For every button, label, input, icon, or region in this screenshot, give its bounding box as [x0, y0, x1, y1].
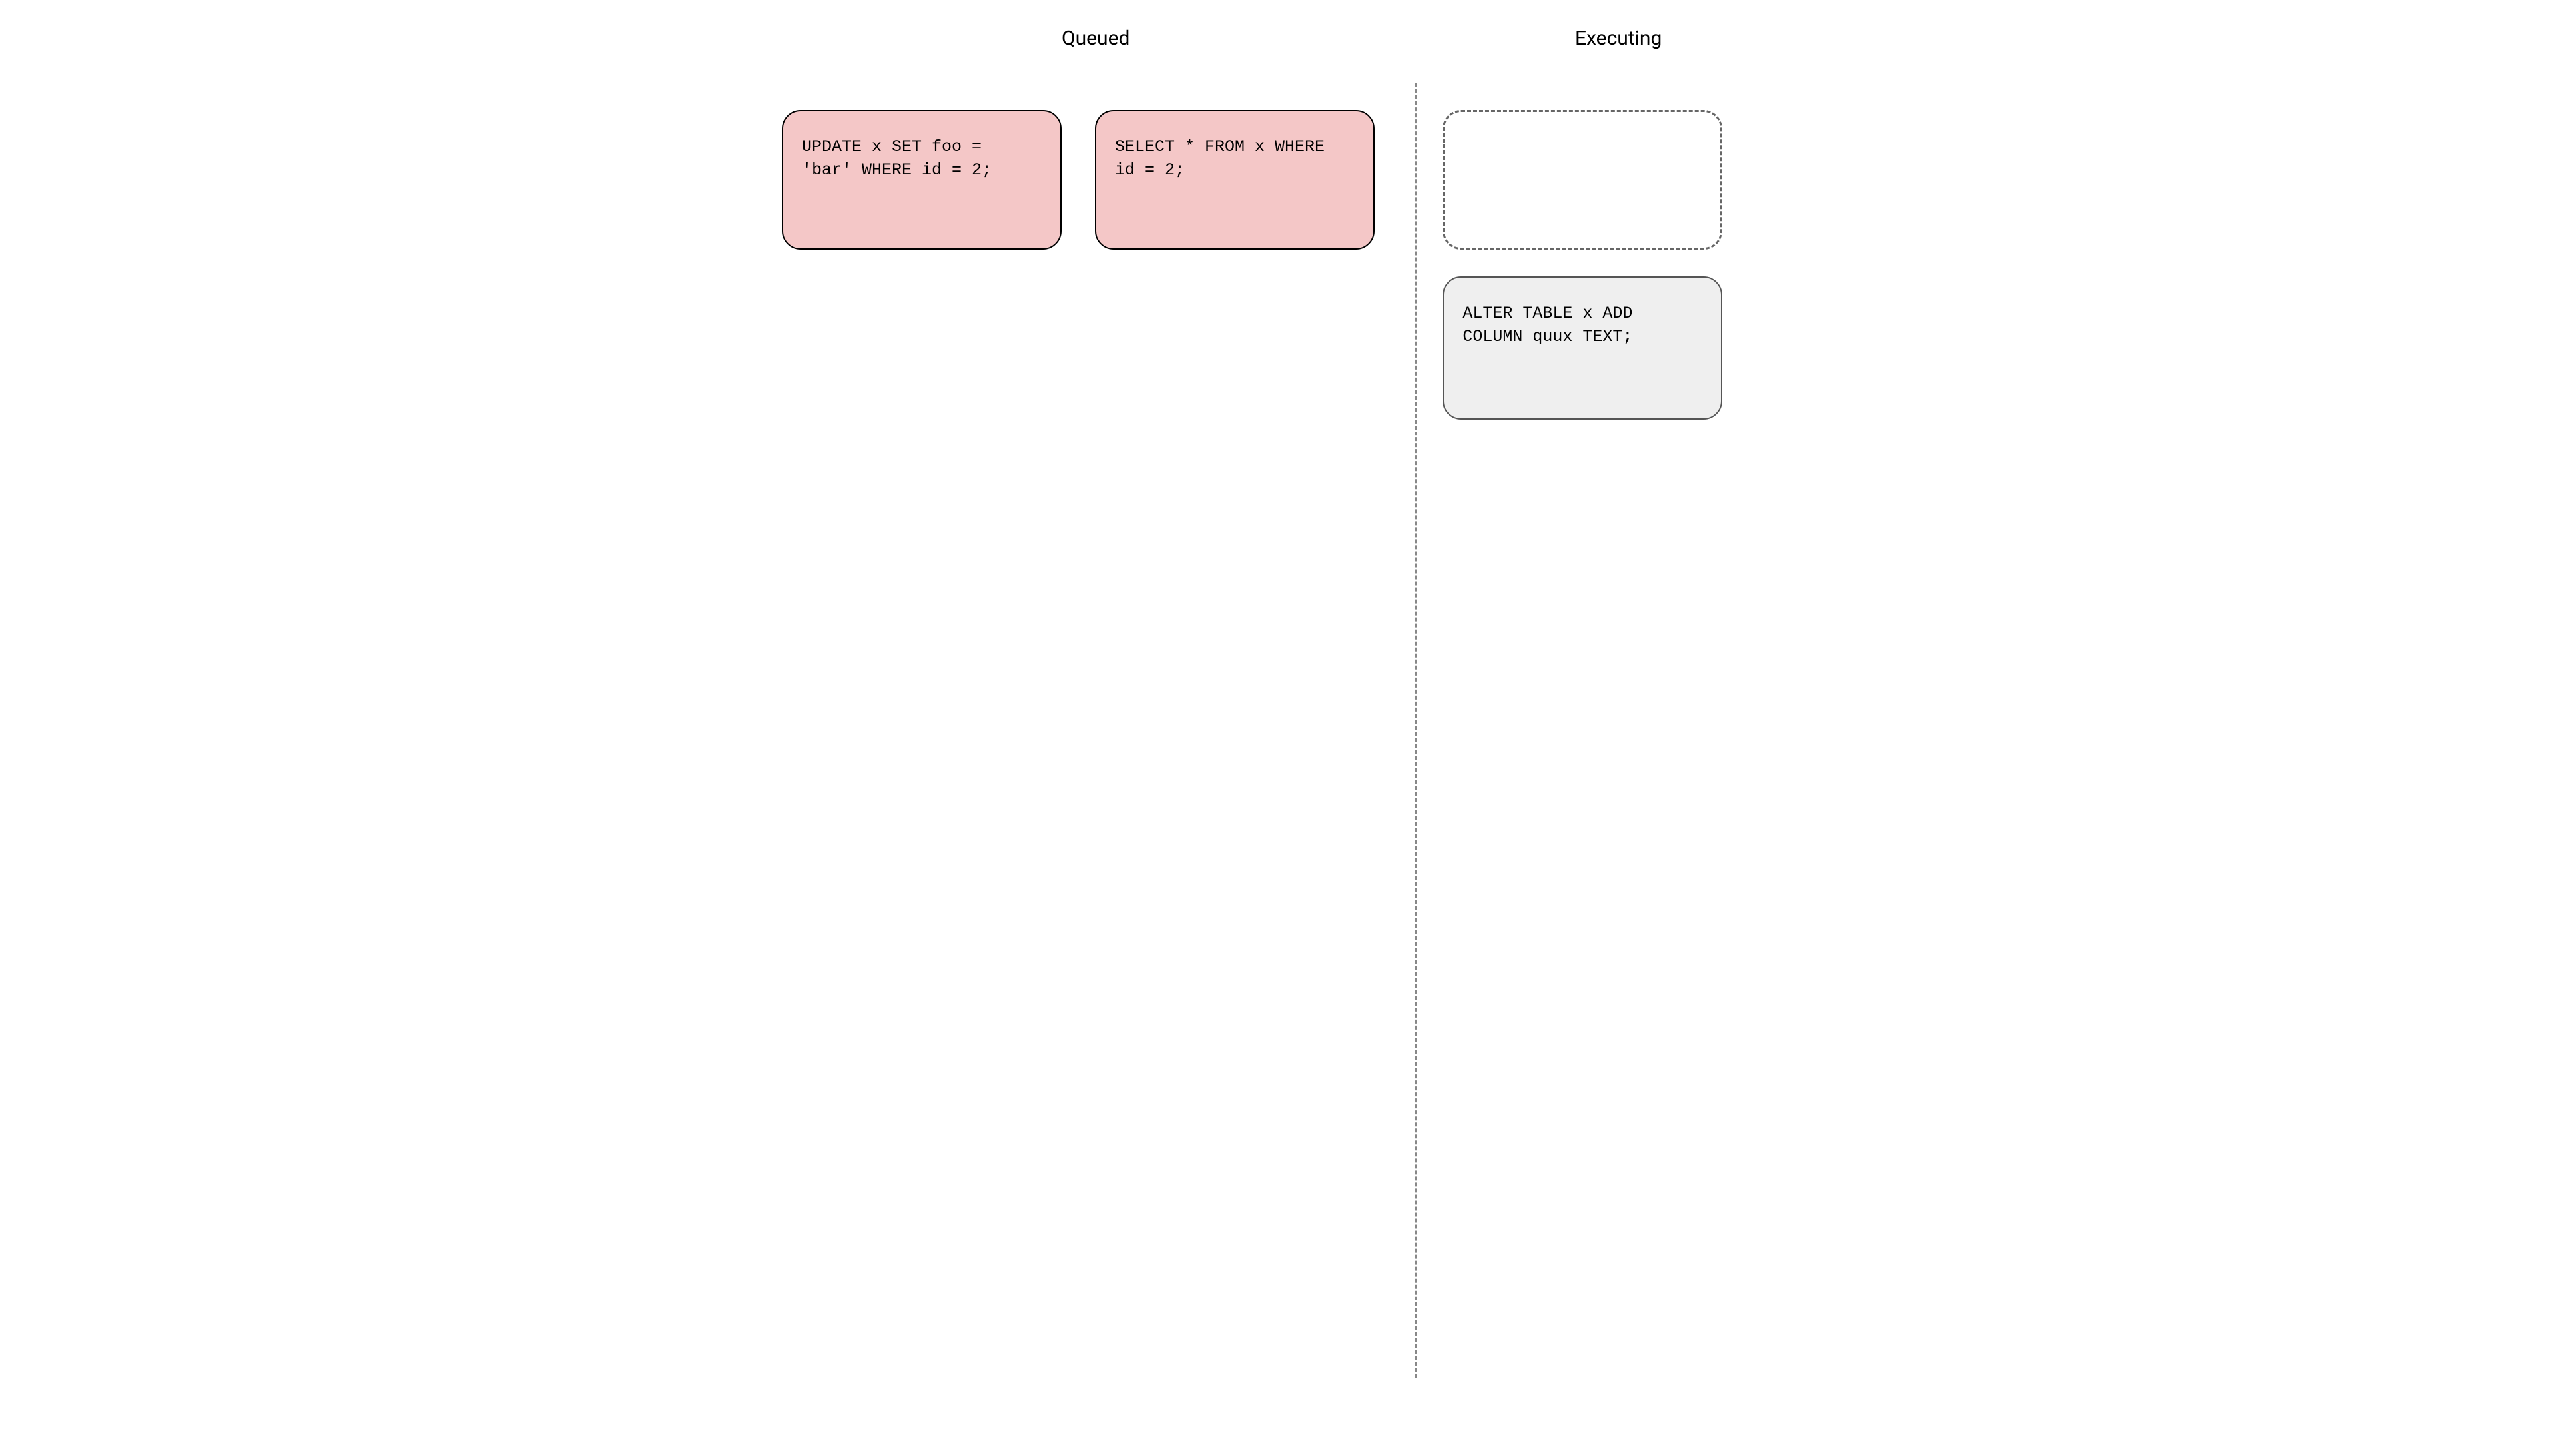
executing-slot-empty [1443, 110, 1722, 250]
queued-cards-row: UPDATE x SET foo = 'bar' WHERE id = 2; S… [782, 110, 1409, 250]
sql-text: SELECT * FROM x WHERE id = 2; [1115, 135, 1355, 182]
executing-header: Executing [1443, 27, 1794, 50]
executing-card: ALTER TABLE x ADD COLUMN quux TEXT; [1443, 276, 1722, 420]
queued-header: Queued [782, 27, 1409, 50]
diagram-container: Queued UPDATE x SET foo = 'bar' WHERE id… [782, 27, 1794, 1418]
queued-card: UPDATE x SET foo = 'bar' WHERE id = 2; [782, 110, 1062, 250]
sql-text: ALTER TABLE x ADD COLUMN quux TEXT; [1462, 302, 1702, 348]
sql-text: UPDATE x SET foo = 'bar' WHERE id = 2; [802, 135, 1042, 182]
executing-column: Executing ALTER TABLE x ADD COLUMN quux … [1409, 27, 1794, 1418]
queued-card: SELECT * FROM x WHERE id = 2; [1095, 110, 1375, 250]
executing-cards-column: ALTER TABLE x ADD COLUMN quux TEXT; [1443, 110, 1794, 420]
column-divider [1415, 83, 1417, 1378]
queued-column: Queued UPDATE x SET foo = 'bar' WHERE id… [782, 27, 1409, 1418]
